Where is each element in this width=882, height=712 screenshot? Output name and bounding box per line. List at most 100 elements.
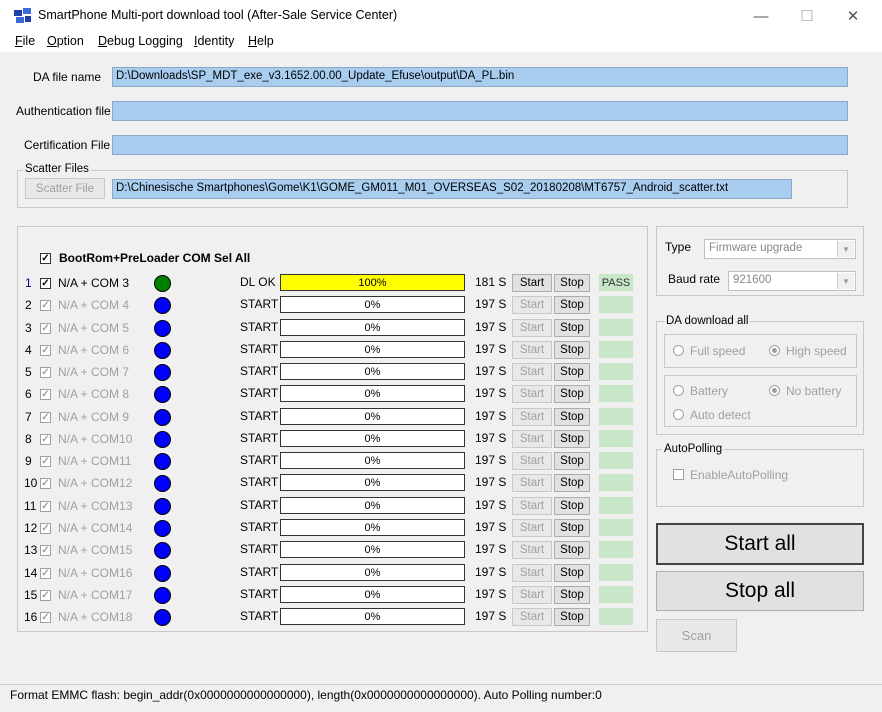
port-checkbox[interactable]: ✓: [40, 367, 51, 378]
port-stop-button[interactable]: Stop: [554, 296, 590, 314]
port-stop-button[interactable]: Stop: [554, 385, 590, 403]
menu-debug-logging[interactable]: Debug Logging: [98, 34, 183, 48]
port-start-button[interactable]: Start: [512, 541, 552, 559]
port-number: 15: [24, 588, 38, 602]
port-checkbox[interactable]: ✓: [40, 568, 51, 579]
port-progress-label: 0%: [364, 566, 381, 579]
menu-identity[interactable]: Identity: [194, 34, 234, 48]
auth-file-field[interactable]: [112, 101, 848, 121]
port-number: 4: [25, 343, 32, 357]
enable-autopolling-checkbox[interactable]: [673, 469, 684, 480]
da-file-field[interactable]: D:\Downloads\SP_MDT_exe_v3.1652.00.00_Up…: [112, 67, 848, 87]
port-stop-button[interactable]: Stop: [554, 608, 590, 626]
scatter-file-button[interactable]: Scatter File: [25, 178, 105, 199]
auto-detect-radio[interactable]: [673, 409, 684, 420]
scatter-file-field[interactable]: D:\Chinesische Smartphones\Gome\K1\GOME_…: [112, 179, 792, 199]
port-checkbox[interactable]: ✓: [40, 434, 51, 445]
port-time: 197 S: [475, 542, 507, 556]
battery-radio[interactable]: [673, 385, 684, 396]
port-progress-bar: 0%: [280, 474, 465, 491]
port-start-button[interactable]: Start: [512, 363, 552, 381]
port-checkbox[interactable]: ✓: [40, 478, 51, 489]
close-button[interactable]: ✕: [830, 0, 876, 32]
port-stop-button[interactable]: Stop: [554, 474, 590, 492]
type-select[interactable]: Firmware upgrade ▼: [704, 239, 856, 259]
port-checkbox[interactable]: ✓: [40, 300, 51, 311]
port-checkbox[interactable]: ✓: [40, 545, 51, 556]
port-stop-button[interactable]: Stop: [554, 408, 590, 426]
menu-help[interactable]: Help: [248, 34, 274, 48]
maximize-button[interactable]: ☐: [784, 0, 830, 32]
full-speed-radio[interactable]: [673, 345, 684, 356]
port-com-label: N/A + COM15: [58, 543, 133, 557]
baud-select[interactable]: 921600 ▼: [728, 271, 856, 291]
port-time: 197 S: [475, 498, 507, 512]
port-time: 197 S: [475, 565, 507, 579]
stop-all-button[interactable]: Stop all: [656, 571, 864, 611]
port-number: 10: [24, 476, 38, 490]
scan-button[interactable]: Scan: [656, 619, 737, 652]
port-checkbox[interactable]: ✓: [40, 523, 51, 534]
port-checkbox[interactable]: ✓: [40, 345, 51, 356]
port-progress-label: 0%: [364, 432, 381, 445]
port-com-label: N/A + COM 7: [58, 365, 130, 379]
port-start-button[interactable]: Start: [512, 385, 552, 403]
start-all-button[interactable]: Start all: [656, 523, 864, 565]
port-start-button[interactable]: Start: [512, 341, 552, 359]
port-checkbox[interactable]: ✓: [40, 412, 51, 423]
high-speed-label: High speed: [786, 344, 847, 358]
port-start-button[interactable]: Start: [512, 408, 552, 426]
menu-option[interactable]: Option: [47, 34, 84, 48]
no-battery-radio[interactable]: [769, 385, 780, 396]
port-start-button[interactable]: Start: [512, 564, 552, 582]
port-stop-button[interactable]: Stop: [554, 452, 590, 470]
port-checkbox[interactable]: ✓: [40, 501, 51, 512]
port-stop-button[interactable]: Stop: [554, 497, 590, 515]
port-checkbox[interactable]: ✓: [40, 612, 51, 623]
port-result: [599, 452, 633, 469]
port-start-button[interactable]: Start: [512, 319, 552, 337]
port-stop-button[interactable]: Stop: [554, 274, 590, 292]
port-progress-bar: 0%: [280, 319, 465, 336]
port-start-button[interactable]: Start: [512, 430, 552, 448]
cert-file-field[interactable]: [112, 135, 848, 155]
high-speed-radio[interactable]: [769, 345, 780, 356]
app-icon: [14, 8, 31, 23]
port-result: [599, 541, 633, 558]
port-stop-button[interactable]: Stop: [554, 430, 590, 448]
port-checkbox[interactable]: ✓: [40, 389, 51, 400]
port-number: 1: [25, 276, 32, 290]
port-start-button[interactable]: Start: [512, 296, 552, 314]
port-stop-button[interactable]: Stop: [554, 363, 590, 381]
menu-file[interactable]: File: [15, 34, 35, 48]
port-result: [599, 519, 633, 536]
port-start-button[interactable]: Start: [512, 519, 552, 537]
port-checkbox[interactable]: ✓: [40, 590, 51, 601]
port-stop-button[interactable]: Stop: [554, 586, 590, 604]
port-start-button[interactable]: Start: [512, 608, 552, 626]
port-stop-button[interactable]: Stop: [554, 519, 590, 537]
port-number: 14: [24, 566, 38, 580]
minimize-button[interactable]: —: [738, 0, 784, 32]
port-progress-bar: 0%: [280, 497, 465, 514]
port-stop-button[interactable]: Stop: [554, 564, 590, 582]
port-start-button[interactable]: Start: [512, 474, 552, 492]
port-status: START: [240, 431, 279, 445]
port-stop-button[interactable]: Stop: [554, 341, 590, 359]
port-checkbox[interactable]: ✓: [40, 323, 51, 334]
port-number: 8: [25, 432, 32, 446]
port-start-button[interactable]: Start: [512, 497, 552, 515]
port-stop-button[interactable]: Stop: [554, 541, 590, 559]
port-start-button[interactable]: Start: [512, 452, 552, 470]
sel-all-checkbox[interactable]: ✓: [40, 253, 51, 264]
port-start-button[interactable]: Start: [512, 274, 552, 292]
port-progress-bar: 0%: [280, 541, 465, 558]
port-checkbox[interactable]: ✓: [40, 456, 51, 467]
port-result: [599, 586, 633, 603]
port-com-label: N/A + COM 9: [58, 410, 130, 424]
port-start-button[interactable]: Start: [512, 586, 552, 604]
port-com-label: N/A + COM 6: [58, 343, 130, 357]
port-result: [599, 564, 633, 581]
port-checkbox[interactable]: ✓: [40, 278, 51, 289]
port-stop-button[interactable]: Stop: [554, 319, 590, 337]
